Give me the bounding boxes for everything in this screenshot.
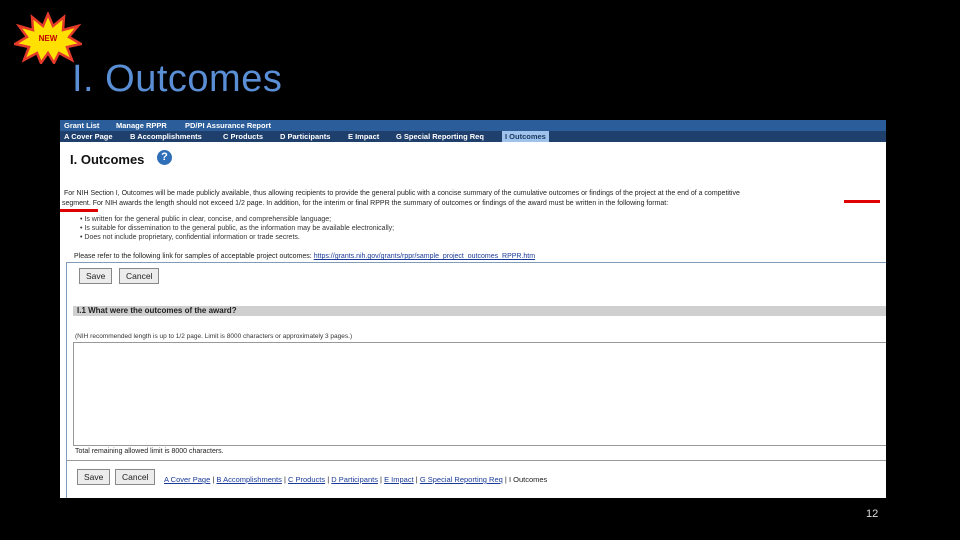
tab-d-participants[interactable]: D Participants <box>280 131 330 142</box>
intro-line-1: For NIH Section I, Outcomes will be made… <box>64 190 740 197</box>
link-e-impact[interactable]: E Impact <box>384 475 414 484</box>
nav-manage-rppr[interactable]: Manage RPPR <box>116 120 167 131</box>
bullet-item: • Does not include proprietary, confiden… <box>80 234 300 241</box>
slide-title: I. Outcomes <box>72 58 283 100</box>
cancel-button-top[interactable]: Cancel <box>119 268 160 284</box>
help-icon[interactable]: ? <box>157 150 172 165</box>
current-section-label: I Outcomes <box>508 475 548 484</box>
samples-link-line: Please refer to the following link for s… <box>74 253 536 260</box>
save-button-top[interactable]: Save <box>79 268 113 284</box>
tab-e-impact[interactable]: E Impact <box>348 131 379 142</box>
section-tabs: A Cover Page B Accomplishments C Product… <box>60 131 886 142</box>
outcomes-form-panel: Save Cancel I.1 What were the outcomes o… <box>66 262 886 498</box>
nav-assurance-report[interactable]: PD/PI Assurance Report <box>185 120 271 131</box>
tab-i-outcomes[interactable]: I Outcomes <box>502 131 549 142</box>
red-underline-left <box>60 209 98 212</box>
bullet-item: • Is written for the general public in c… <box>80 216 332 223</box>
page-heading: I. Outcomes <box>70 152 145 167</box>
outcomes-textarea[interactable] <box>73 342 886 446</box>
question-header: I.1 What were the outcomes of the award? <box>73 306 886 316</box>
length-note: (NIH recommended length is up to 1/2 pag… <box>75 333 353 340</box>
intro-line-2: segment. For NIH awards the length shoul… <box>62 200 669 207</box>
link-a-cover-page[interactable]: A Cover Page <box>164 475 210 484</box>
new-badge-label: NEW <box>38 33 58 43</box>
bottom-section-links: A Cover Page | B Accomplishments | C Pro… <box>164 475 548 484</box>
rppr-screenshot: Grant List Manage RPPR PD/PI Assurance R… <box>60 120 886 498</box>
cancel-button-bottom[interactable]: Cancel <box>115 469 156 485</box>
divider <box>67 460 886 461</box>
tab-a-cover-page[interactable]: A Cover Page <box>64 131 113 142</box>
link-g-special-reporting[interactable]: G Special Reporting Req <box>420 475 503 484</box>
samples-link[interactable]: https://grants.nih.gov/grants/rppr/sampl… <box>314 253 535 260</box>
top-nav-bar: Grant List Manage RPPR PD/PI Assurance R… <box>60 120 886 131</box>
bullet-item: • Is suitable for dissemination to the g… <box>80 225 395 232</box>
link-b-accomplishments[interactable]: B Accomplishments <box>216 475 281 484</box>
remaining-characters: Total remaining allowed limit is 8000 ch… <box>75 448 224 455</box>
tab-b-accomplishments[interactable]: B Accomplishments <box>130 131 202 142</box>
save-button-bottom[interactable]: Save <box>77 469 111 485</box>
format-bullets: • Is written for the general public in c… <box>80 216 394 243</box>
link-c-products[interactable]: C Products <box>288 475 325 484</box>
red-underline-right <box>844 200 880 203</box>
tab-g-special-reporting[interactable]: G Special Reporting Req <box>396 131 484 142</box>
link-d-participants[interactable]: D Participants <box>331 475 378 484</box>
page-number: 12 <box>866 508 879 520</box>
tab-c-products[interactable]: C Products <box>223 131 263 142</box>
nav-grant-list[interactable]: Grant List <box>64 120 99 131</box>
